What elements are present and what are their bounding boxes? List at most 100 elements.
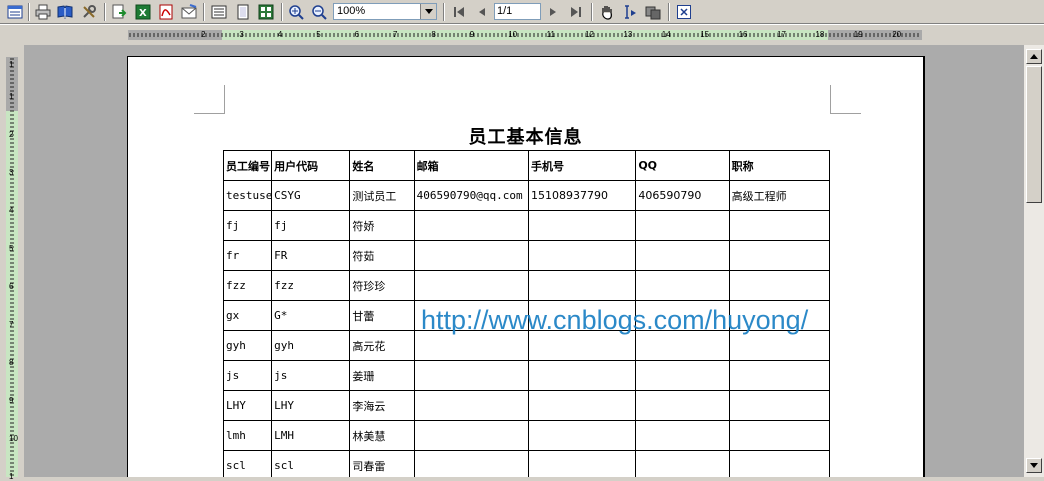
table-cell	[527, 270, 637, 301]
scroll-thumb[interactable]	[1026, 66, 1042, 203]
ruler-number: 4	[277, 30, 283, 39]
table-cell	[635, 360, 730, 391]
table-row: fzz fzz 符珍珍	[222, 270, 831, 301]
table-cell: fj	[222, 210, 273, 241]
table-cell	[527, 240, 637, 271]
ruler-number: 13	[623, 30, 633, 39]
table-row: fr FR 符茹	[222, 240, 831, 271]
table-cell	[728, 360, 831, 391]
ruler-number: 18	[815, 30, 825, 39]
ruler-number: 1	[9, 60, 14, 69]
scroll-down-button[interactable]	[1026, 458, 1042, 473]
toolbar-separator	[591, 3, 593, 21]
table-cell: 高级工程师	[728, 180, 831, 211]
table-cell	[527, 390, 637, 421]
table-cell: 15108937790	[527, 180, 637, 211]
table-cell: FR	[271, 240, 351, 271]
zoom-out-icon[interactable]	[310, 3, 328, 21]
preview-canvas[interactable]: 员工基本信息 员工编号用户代码姓名邮箱手机号QQ职称 testuserCSYG测…	[24, 45, 1024, 477]
ruler-number: 3	[9, 168, 14, 177]
column-header: 员工编号	[222, 150, 273, 181]
tools-icon[interactable]	[80, 3, 98, 21]
multi-page-icon[interactable]	[257, 3, 275, 21]
zoom-value: 100%	[337, 5, 366, 17]
close-icon[interactable]	[675, 3, 693, 21]
pdf-icon[interactable]	[157, 3, 175, 21]
table-cell: 高元花	[349, 330, 415, 361]
ruler-number: 14	[661, 30, 671, 39]
next-page-icon[interactable]	[545, 3, 563, 21]
ruler-number: 2	[201, 30, 206, 39]
single-page-icon[interactable]	[234, 3, 252, 21]
table-cell: js	[271, 360, 351, 391]
page-setup-icon[interactable]	[210, 3, 228, 21]
prev-page-icon[interactable]	[472, 3, 490, 21]
table-cell	[413, 360, 529, 391]
table-cell: 司春雷	[349, 450, 415, 477]
ruler-number: 20	[892, 30, 902, 39]
ruler-number: 6	[9, 282, 14, 291]
table-cell: 姜珊	[349, 360, 415, 391]
email-icon[interactable]	[180, 3, 198, 21]
table-cell	[527, 420, 637, 451]
column-header: 邮箱	[413, 150, 529, 181]
table-cell: 测试员工	[349, 180, 415, 211]
table-row: js js 姜珊	[222, 360, 831, 391]
table-cell: 林美慧	[349, 420, 415, 451]
print-icon[interactable]	[34, 3, 52, 21]
ruler-number: 12	[585, 30, 594, 39]
column-header: 手机号	[527, 150, 637, 181]
toolbar-separator	[104, 3, 106, 21]
table-cell	[413, 210, 529, 241]
crop-mark	[194, 85, 225, 114]
table-cell	[635, 210, 730, 241]
export-icon[interactable]	[110, 3, 128, 21]
page-number-input[interactable]: 1/1	[494, 3, 541, 20]
table-cell: LHY	[222, 390, 273, 421]
text-select-icon[interactable]	[621, 3, 639, 21]
ruler-number: 16	[738, 30, 748, 39]
table-cell	[635, 390, 730, 421]
hand-icon[interactable]	[598, 3, 616, 21]
chevron-down-icon[interactable]	[420, 4, 436, 19]
layout-icon[interactable]	[6, 3, 24, 21]
column-header: 职称	[728, 150, 831, 181]
toolbar-separator	[668, 3, 670, 21]
ruler-number: 8	[9, 358, 14, 367]
table-cell: fzz	[271, 270, 351, 301]
ruler-number: 9	[9, 396, 14, 405]
table-cell: 406590790	[635, 180, 730, 211]
vertical-scrollbar[interactable]	[1024, 45, 1044, 477]
toolbar-separator	[203, 3, 205, 21]
table-cell	[413, 420, 529, 451]
table-cell	[728, 450, 831, 477]
table-cell	[728, 240, 831, 271]
zoom-select[interactable]: 100%	[333, 3, 437, 20]
ruler-number: 15	[700, 30, 710, 39]
table-cell	[635, 420, 730, 451]
scroll-up-button[interactable]	[1026, 49, 1042, 64]
table-cell	[728, 270, 831, 301]
zoom-in-icon[interactable]	[287, 3, 305, 21]
table-cell: testuser	[222, 180, 273, 211]
excel-icon[interactable]: X	[134, 3, 152, 21]
table-cell: fr	[222, 240, 273, 271]
snapshot-icon[interactable]	[644, 3, 662, 21]
ruler-number: 6	[354, 30, 360, 39]
table-row: lmh LMH 林美慧	[222, 420, 831, 451]
table-row: LHY LHY 李海云	[222, 390, 831, 421]
last-page-icon[interactable]	[567, 3, 585, 21]
first-page-icon[interactable]	[450, 3, 468, 21]
book-icon[interactable]	[56, 3, 74, 21]
ruler-number: 11	[546, 30, 555, 39]
ruler-number: 7	[9, 320, 14, 329]
toolbar-separator	[28, 3, 30, 21]
table-cell: js	[222, 360, 273, 391]
ruler-number: 5	[316, 30, 321, 39]
column-header: 用户代码	[271, 150, 351, 181]
table-cell: scl	[271, 450, 351, 477]
ruler-number: 9	[469, 30, 475, 39]
table-row: fj fj 符娇	[222, 210, 831, 241]
table-cell	[413, 270, 529, 301]
horizontal-ruler: 2 3 4 5 6 7 8 9 10 11 12 13 14 15 16 17 18 19 20	[0, 25, 1044, 45]
